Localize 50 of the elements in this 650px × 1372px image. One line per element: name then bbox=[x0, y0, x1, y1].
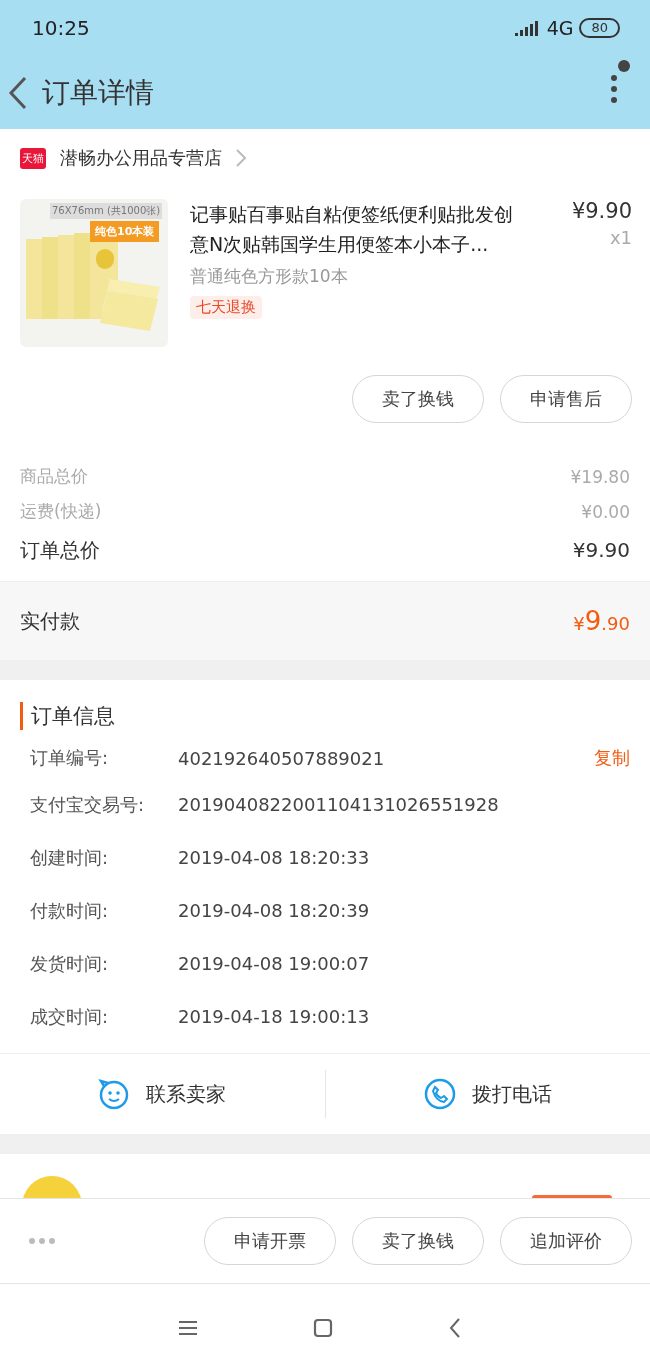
summary-value: ¥0.00 bbox=[581, 501, 630, 522]
image-caption: 76X76mm (共1000张) bbox=[50, 203, 163, 219]
info-value: 2019-04-08 18:20:33 bbox=[178, 847, 371, 868]
menu-icon[interactable] bbox=[178, 1320, 198, 1336]
info-value: 402192640507889021 bbox=[178, 747, 386, 769]
return-tag: 七天退换 bbox=[190, 296, 262, 319]
summary-label: 运费(快递) bbox=[20, 500, 102, 523]
info-label: 订单编号: bbox=[30, 746, 110, 770]
summary-value: ¥19.80 bbox=[570, 466, 630, 487]
section-title: 订单信息 bbox=[31, 704, 115, 728]
info-label: 付款时间: bbox=[30, 898, 110, 923]
back-icon[interactable] bbox=[448, 1317, 462, 1339]
contact-label[interactable]: 联系卖家 bbox=[146, 1080, 227, 1108]
product-title[interactable]: 记事贴百事贴自粘便签纸便利贴批发创意N次贴韩国学生用便签本小本子... bbox=[190, 199, 514, 259]
product-price: ¥9.90 bbox=[571, 199, 632, 223]
network-label: 4G bbox=[546, 17, 574, 39]
paid-label: 实付款 bbox=[20, 607, 80, 635]
store-name[interactable]: 潜畅办公用品专营店 bbox=[60, 146, 222, 170]
info-label: 支付宝交易号: bbox=[30, 792, 146, 817]
action-button[interactable]: 申请开票 bbox=[204, 1217, 336, 1265]
paid-amount: ¥9.90 bbox=[573, 606, 630, 636]
phone-icon[interactable] bbox=[423, 1078, 456, 1110]
coin-icon bbox=[20, 1174, 84, 1198]
info-label: 发货时间: bbox=[30, 951, 110, 976]
summary-value: ¥9.90 bbox=[572, 538, 630, 562]
info-value: 2019-04-08 18:20:39 bbox=[178, 900, 371, 921]
action-button[interactable]: 申请售后 bbox=[500, 375, 632, 423]
info-value: 2019040822001104131026551928 bbox=[178, 794, 500, 815]
clock: 10:25 bbox=[32, 16, 90, 40]
info-label: 成交时间: bbox=[30, 1004, 110, 1029]
product-quantity: x1 bbox=[609, 227, 632, 248]
product-variant: 普通纯色方形款10本 bbox=[190, 265, 348, 288]
action-button[interactable]: 卖了换钱 bbox=[352, 1217, 484, 1265]
summary-label: 商品总价 bbox=[20, 465, 88, 488]
signal-icon bbox=[514, 20, 541, 36]
summary-label: 订单总价 bbox=[20, 536, 100, 564]
info-label: 创建时间: bbox=[30, 845, 110, 870]
smiley-icon[interactable] bbox=[98, 1078, 131, 1110]
battery-indicator: 80 bbox=[579, 18, 620, 38]
info-value: 2019-04-08 19:00:07 bbox=[178, 953, 371, 974]
contact-label[interactable]: 拨打电话 bbox=[471, 1080, 552, 1108]
home-icon[interactable] bbox=[313, 1318, 333, 1338]
action-button[interactable]: 追加评价 bbox=[500, 1217, 632, 1265]
action-button[interactable]: 卖了换钱 bbox=[352, 375, 484, 423]
back-icon[interactable] bbox=[8, 75, 28, 110]
more-dots-icon[interactable] bbox=[28, 1237, 56, 1245]
page-title: 订单详情 bbox=[42, 74, 155, 111]
store-badge: 天猫 bbox=[20, 147, 46, 169]
image-banner: 纯色10本装 bbox=[90, 221, 160, 242]
info-value: 2019-04-18 19:00:13 bbox=[178, 1006, 371, 1027]
